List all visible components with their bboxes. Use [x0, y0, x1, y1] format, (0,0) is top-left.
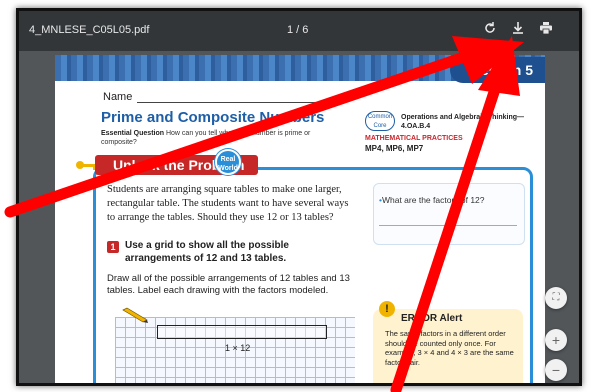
factors-question: What are the factors of 12? — [379, 195, 485, 205]
page-title: Prime and Composite Numbers — [101, 109, 325, 126]
arrangement-rectangle — [157, 325, 327, 339]
intro-text: Students are arranging square tables to … — [107, 184, 349, 223]
math-practices: MP4, MP6, MP7 — [365, 144, 424, 153]
error-alert-text: The same factors in a different order sh… — [385, 329, 514, 367]
essential-question: Essential Question How can you tell whet… — [101, 129, 321, 147]
standard-text: Operations and Algebraic Thinking—4.OA.B… — [401, 114, 525, 130]
lesson-tab: Lesson 5 — [450, 57, 545, 83]
name-label: Name — [103, 91, 133, 103]
zoom-in-button[interactable]: + — [545, 329, 567, 351]
file-name: 4_MNLESE_C05L05.pdf — [29, 24, 150, 36]
rectangle-label: 1 × 12 — [225, 343, 251, 353]
essential-question-label: Essential Question — [101, 130, 165, 137]
step-number: 1 — [107, 241, 119, 253]
instruction-text: Draw all of the possible arrangements of… — [107, 273, 350, 296]
page-indicator[interactable]: 1 / 6 — [287, 24, 308, 36]
pdf-page: Lesson 5 Name Prime and Composite Number… — [55, 55, 545, 383]
math-practices-label: MATHEMATICAL PRACTICES — [365, 135, 463, 142]
fit-page-icon[interactable]: ⛶ — [545, 287, 567, 309]
pencil-icon — [122, 307, 148, 323]
error-alert-title: ERROR Alert — [401, 313, 463, 324]
pdf-toolbar: 4_MNLESE_C05L05.pdf 1 / 6 — [19, 11, 579, 51]
name-line — [137, 102, 317, 103]
step-text: Use a grid to show all the possible arra… — [125, 240, 289, 264]
factors-question-box — [373, 183, 525, 245]
exclamation-icon: ! — [379, 301, 395, 317]
common-core-logo: Common Core — [365, 111, 395, 131]
zoom-out-button[interactable]: − — [545, 359, 567, 381]
rotate-icon[interactable] — [481, 21, 499, 39]
print-icon[interactable] — [537, 21, 555, 39]
answer-line — [379, 225, 517, 226]
download-icon[interactable] — [509, 21, 527, 39]
pdf-viewer-window: 4_MNLESE_C05L05.pdf 1 / 6 Lesson 5 Name … — [16, 8, 582, 386]
real-world-badge: Real World — [215, 149, 241, 175]
